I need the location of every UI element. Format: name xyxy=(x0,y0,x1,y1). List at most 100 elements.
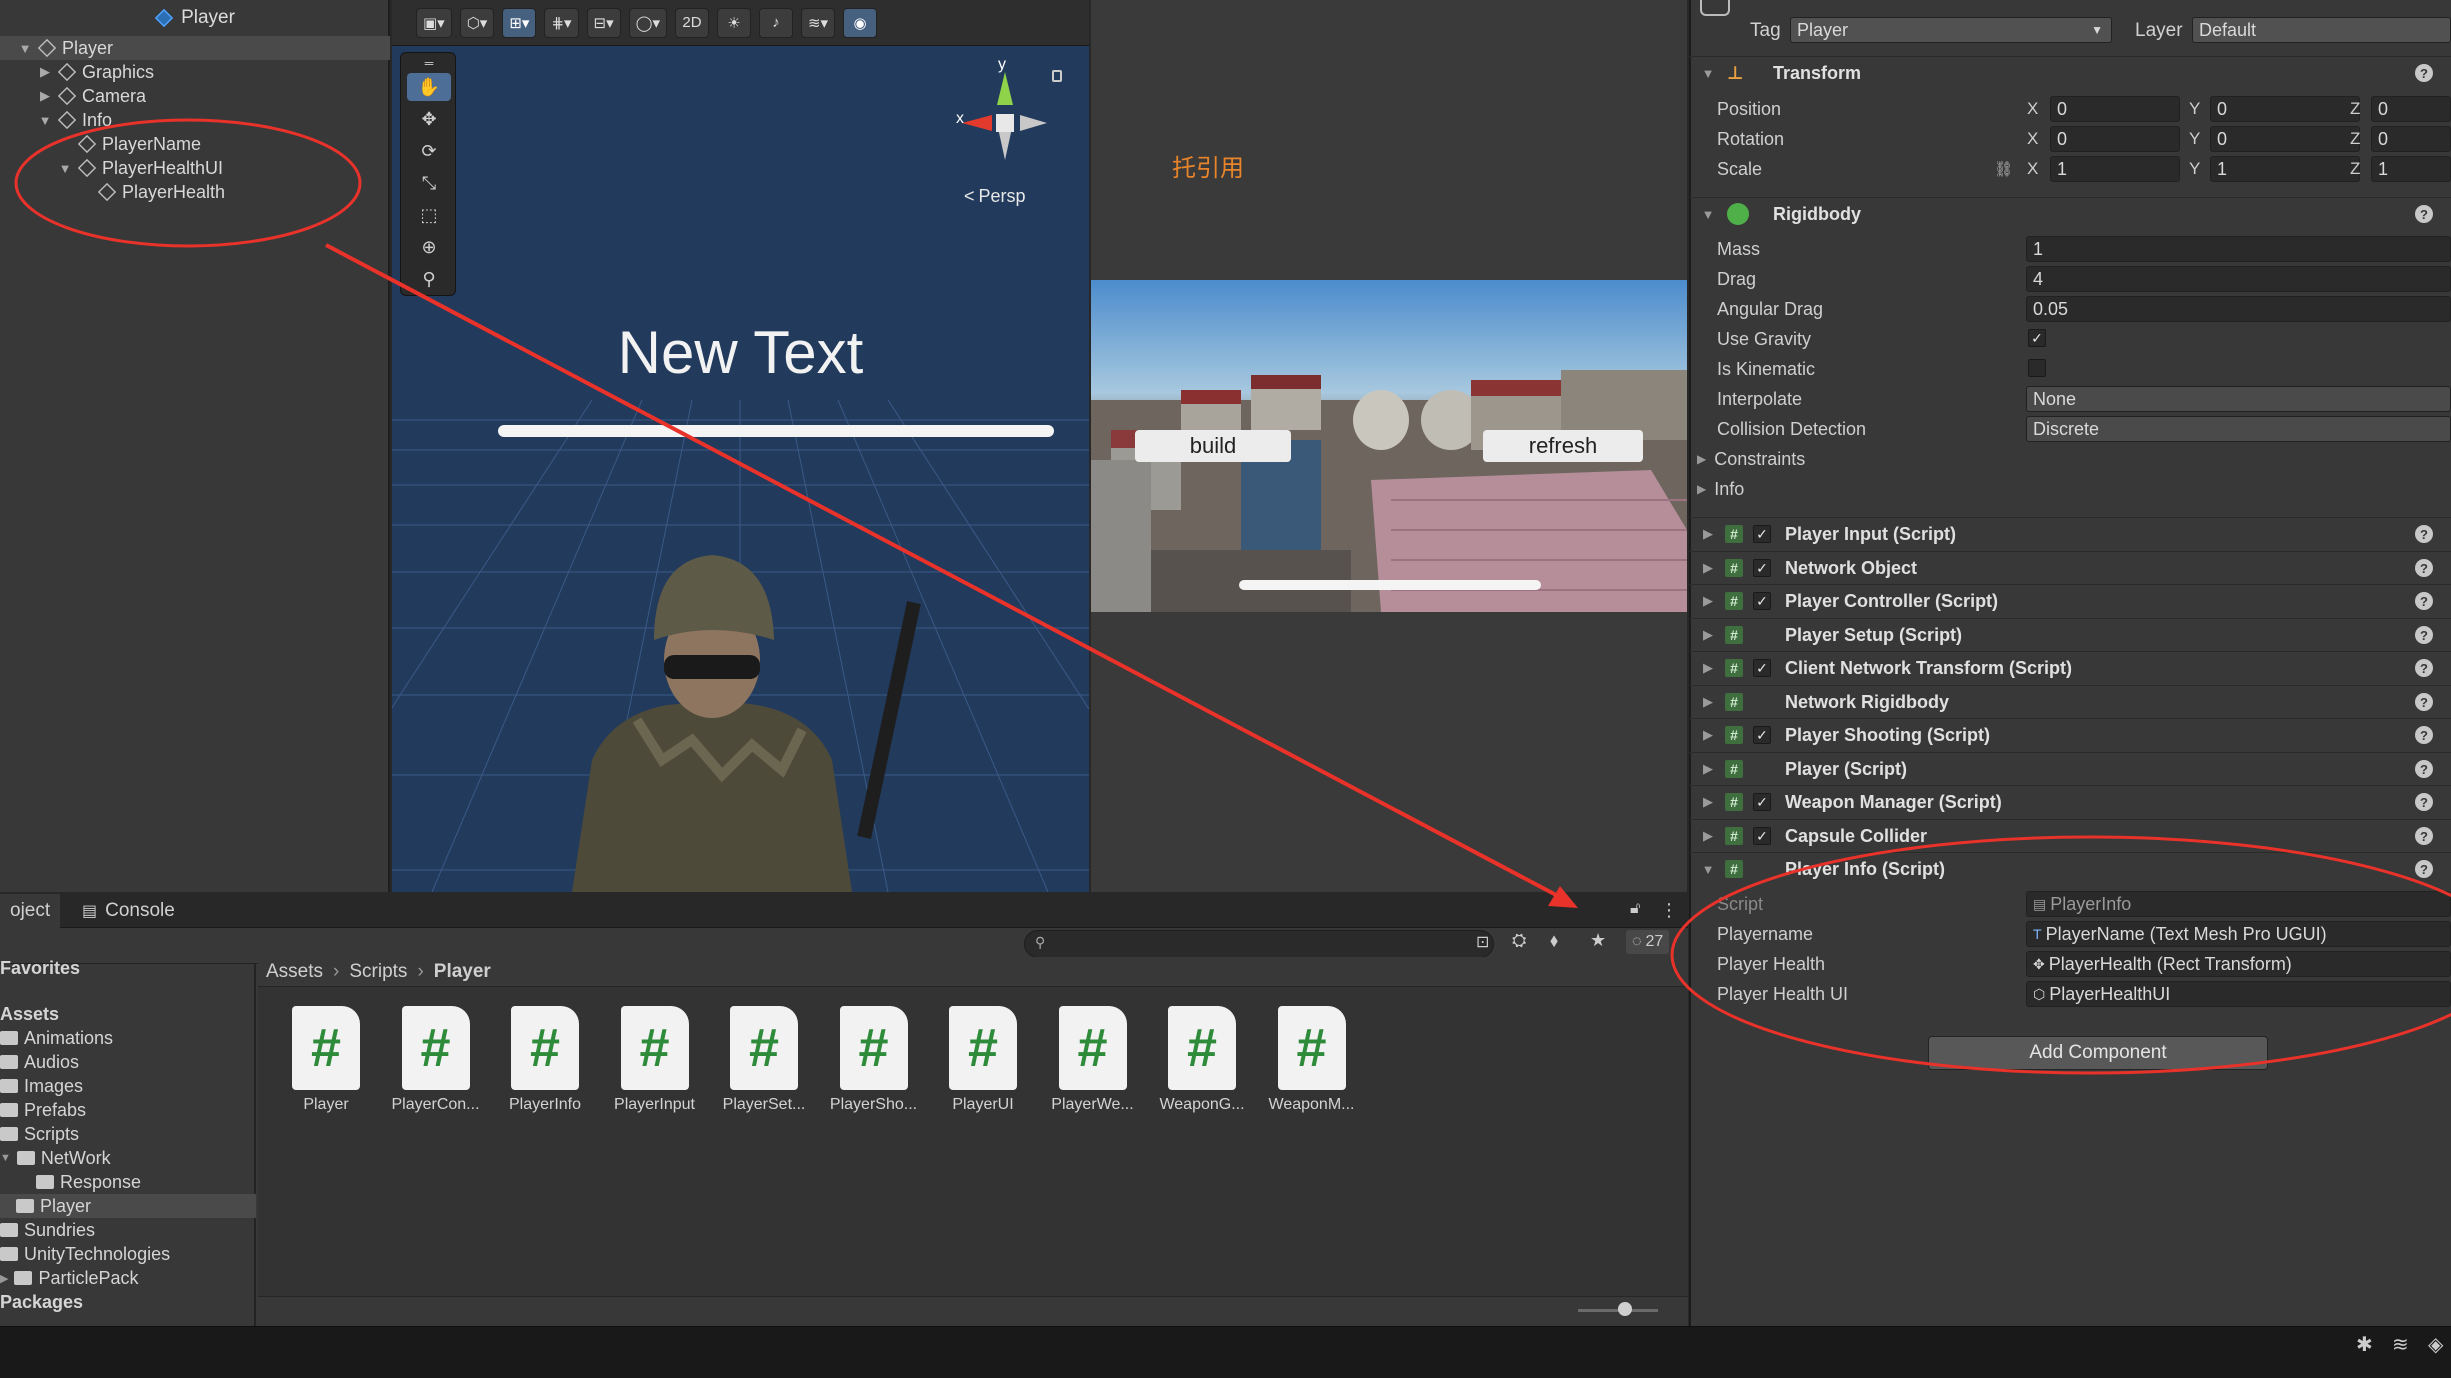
expand-arrow-icon[interactable]: ▶ xyxy=(1689,761,1719,777)
folder-images[interactable]: Images xyxy=(0,1074,83,1098)
expand-arrow-icon[interactable]: ▶ xyxy=(38,64,52,80)
component-enable[interactable]: ✓ xyxy=(1753,525,1771,543)
effects-button[interactable]: ≋▾ xyxy=(800,7,836,38)
enabled-checkbox[interactable]: ✓ xyxy=(1753,827,1771,845)
position-y-field[interactable]: 0 xyxy=(2210,96,2360,122)
progress-icon[interactable]: ◈ xyxy=(2428,1332,2443,1357)
tree-item-player[interactable]: ▼ Player xyxy=(0,36,390,60)
lighting-button[interactable]: ☀ xyxy=(716,7,751,38)
expand-arrow-icon[interactable]: ▶ xyxy=(1689,560,1719,576)
drag-field[interactable]: 4 xyxy=(2026,266,2451,292)
asset-item[interactable]: # PlayerUI xyxy=(935,1006,1031,1114)
expand-arrow-icon[interactable]: ▶ xyxy=(1689,694,1719,710)
rotate-tool-icon[interactable]: ⟳ xyxy=(407,137,451,165)
component-enable[interactable]: ✓ xyxy=(1753,726,1771,744)
favorite-star-icon[interactable]: ★ xyxy=(1590,930,1606,951)
mass-field[interactable]: 1 xyxy=(2026,236,2451,262)
asset-item[interactable]: # PlayerWe... xyxy=(1045,1006,1141,1114)
favorites-section[interactable]: Favorites xyxy=(0,956,80,980)
asset-item[interactable]: # WeaponG... xyxy=(1154,1006,1250,1114)
rotation-z-field[interactable]: 0 xyxy=(2371,126,2451,152)
asset-item[interactable]: # PlayerInfo xyxy=(497,1006,593,1114)
component-row[interactable]: ▶ # ✓ Client Network Transform (Script)? xyxy=(1689,651,2451,684)
hand-tool-icon[interactable]: ✋ xyxy=(407,73,451,101)
component-row[interactable]: ▶ # ✓ Weapon Manager (Script)? xyxy=(1689,785,2451,818)
expand-arrow-icon[interactable]: ▶ xyxy=(1689,727,1719,743)
transform-header[interactable]: ▼ ⊥ Transform ? xyxy=(1689,56,2451,89)
playername-field[interactable]: T PlayerName (Text Mesh Pro UGUI) xyxy=(2026,921,2451,947)
collapse-arrow-icon[interactable]: ▼ xyxy=(1689,862,1719,877)
expand-arrow-icon[interactable]: ▼ xyxy=(58,161,72,176)
component-row[interactable]: ▶ # Network Rigidbody? xyxy=(1689,685,2451,718)
component-row[interactable]: ▶ # Player Setup (Script)? xyxy=(1689,618,2451,651)
asset-item[interactable]: # PlayerSho... xyxy=(826,1006,922,1114)
expand-arrow-icon[interactable]: ▼ xyxy=(18,41,32,56)
drag-handle-icon[interactable]: ═ xyxy=(407,56,451,70)
panel-lock-icon[interactable]: 🔓︎ xyxy=(1630,900,1640,918)
folder-player[interactable]: Player xyxy=(0,1194,256,1218)
scale-x-field[interactable]: 1 xyxy=(2050,156,2180,182)
move-tool-icon[interactable]: ✥ xyxy=(407,105,451,133)
toggle-2d-button[interactable]: 2D xyxy=(674,7,709,38)
folder-particlepack[interactable]: ▶ ParticlePack xyxy=(0,1266,139,1290)
help-icon[interactable]: ? xyxy=(2415,64,2433,82)
grid-snap-button[interactable]: ⊞▾ xyxy=(502,7,537,38)
folder-animations[interactable]: Animations xyxy=(0,1026,113,1050)
collapse-arrow-icon[interactable]: ▼ xyxy=(1689,207,1719,222)
help-icon[interactable]: ? xyxy=(2415,693,2433,711)
help-icon[interactable]: ? xyxy=(2415,592,2433,610)
folder-sundries[interactable]: Sundries xyxy=(0,1218,95,1242)
expand-arrow-icon[interactable]: ▶ xyxy=(38,88,52,104)
component-row[interactable]: ▶ # ✓ Player Controller (Script)? xyxy=(1689,584,2451,617)
asset-item[interactable]: # PlayerSet... xyxy=(716,1006,812,1114)
breadcrumb-player[interactable]: Player xyxy=(434,961,491,983)
expand-arrow-icon[interactable]: ▶ xyxy=(1689,526,1719,542)
custom-tool-icon[interactable]: ⚲ xyxy=(407,265,451,293)
scale-y-field[interactable]: 1 xyxy=(2210,156,2360,182)
rotation-y-field[interactable]: 0 xyxy=(2210,126,2360,152)
enabled-checkbox[interactable]: ✓ xyxy=(1753,726,1771,744)
lock-icon[interactable] xyxy=(1052,70,1062,82)
assets-section[interactable]: Assets xyxy=(0,1002,59,1026)
rigidbody-header[interactable]: ▼ Rigidbody ? xyxy=(1689,197,2451,230)
interpolate-dropdown[interactable]: None xyxy=(2026,386,2451,412)
component-row[interactable]: ▶ # ✓ Network Object? xyxy=(1689,551,2451,584)
shading-button[interactable]: ◯▾ xyxy=(628,7,667,38)
layer-dropdown[interactable]: Default xyxy=(2192,17,2451,43)
constrain-proportions-icon[interactable]: ⛓ xyxy=(1994,160,2013,178)
folder-prefabs[interactable]: Prefabs xyxy=(0,1098,86,1122)
collision-detection-dropdown[interactable]: Discrete xyxy=(2026,416,2451,442)
debug-bug-icon[interactable]: ✱ xyxy=(2356,1332,2373,1357)
component-row[interactable]: ▼ # Player Info (Script)? xyxy=(1689,852,2451,885)
help-icon[interactable]: ? xyxy=(2415,827,2433,845)
refresh-button[interactable]: refresh xyxy=(1483,430,1643,462)
persp-toggle[interactable]: < Persp xyxy=(964,186,1026,207)
help-icon[interactable]: ? xyxy=(2415,760,2433,778)
tree-item-playerhealthui[interactable]: ▼ PlayerHealthUI xyxy=(58,156,224,180)
help-icon[interactable]: ? xyxy=(2415,726,2433,744)
help-icon[interactable]: ? xyxy=(2415,525,2433,543)
asset-item[interactable]: # WeaponM... xyxy=(1264,1006,1360,1114)
tree-item-playerhealth[interactable]: PlayerHealth xyxy=(97,180,225,204)
scale-z-field[interactable]: 1 xyxy=(2371,156,2451,182)
component-enable[interactable]: ✓ xyxy=(1753,793,1771,811)
breadcrumb-scripts[interactable]: Scripts xyxy=(349,961,407,983)
component-row[interactable]: ▶ # ✓ Player Input (Script)? xyxy=(1689,517,2451,550)
player-health-ui-field[interactable]: ⬡ PlayerHealthUI xyxy=(2026,981,2451,1007)
expand-arrow-icon[interactable]: ▶ xyxy=(1689,660,1719,676)
rotation-x-field[interactable]: 0 xyxy=(2050,126,2180,152)
hidden-packages-toggle[interactable]: ◌ 27 xyxy=(1626,930,1670,954)
help-icon[interactable]: ? xyxy=(2415,205,2433,223)
search-by-type-icon[interactable]: ⊡ xyxy=(1476,932,1489,952)
component-row[interactable]: ▶ # ✓ Player Shooting (Script)? xyxy=(1689,718,2451,751)
scale-tool-icon[interactable]: ⤡ xyxy=(407,169,451,197)
search-input[interactable]: ⚲ xyxy=(1024,930,1494,958)
expand-arrow-icon[interactable]: ▶ xyxy=(1689,794,1719,810)
help-icon[interactable]: ? xyxy=(2415,793,2433,811)
help-icon[interactable]: ? xyxy=(2415,559,2433,577)
add-component-button[interactable]: Add Component xyxy=(1928,1036,2268,1070)
help-icon[interactable]: ? xyxy=(2415,860,2433,878)
scene-health-bar[interactable] xyxy=(498,425,1054,437)
enabled-checkbox[interactable]: ✓ xyxy=(1753,525,1771,543)
folder-audios[interactable]: Audios xyxy=(0,1050,79,1074)
